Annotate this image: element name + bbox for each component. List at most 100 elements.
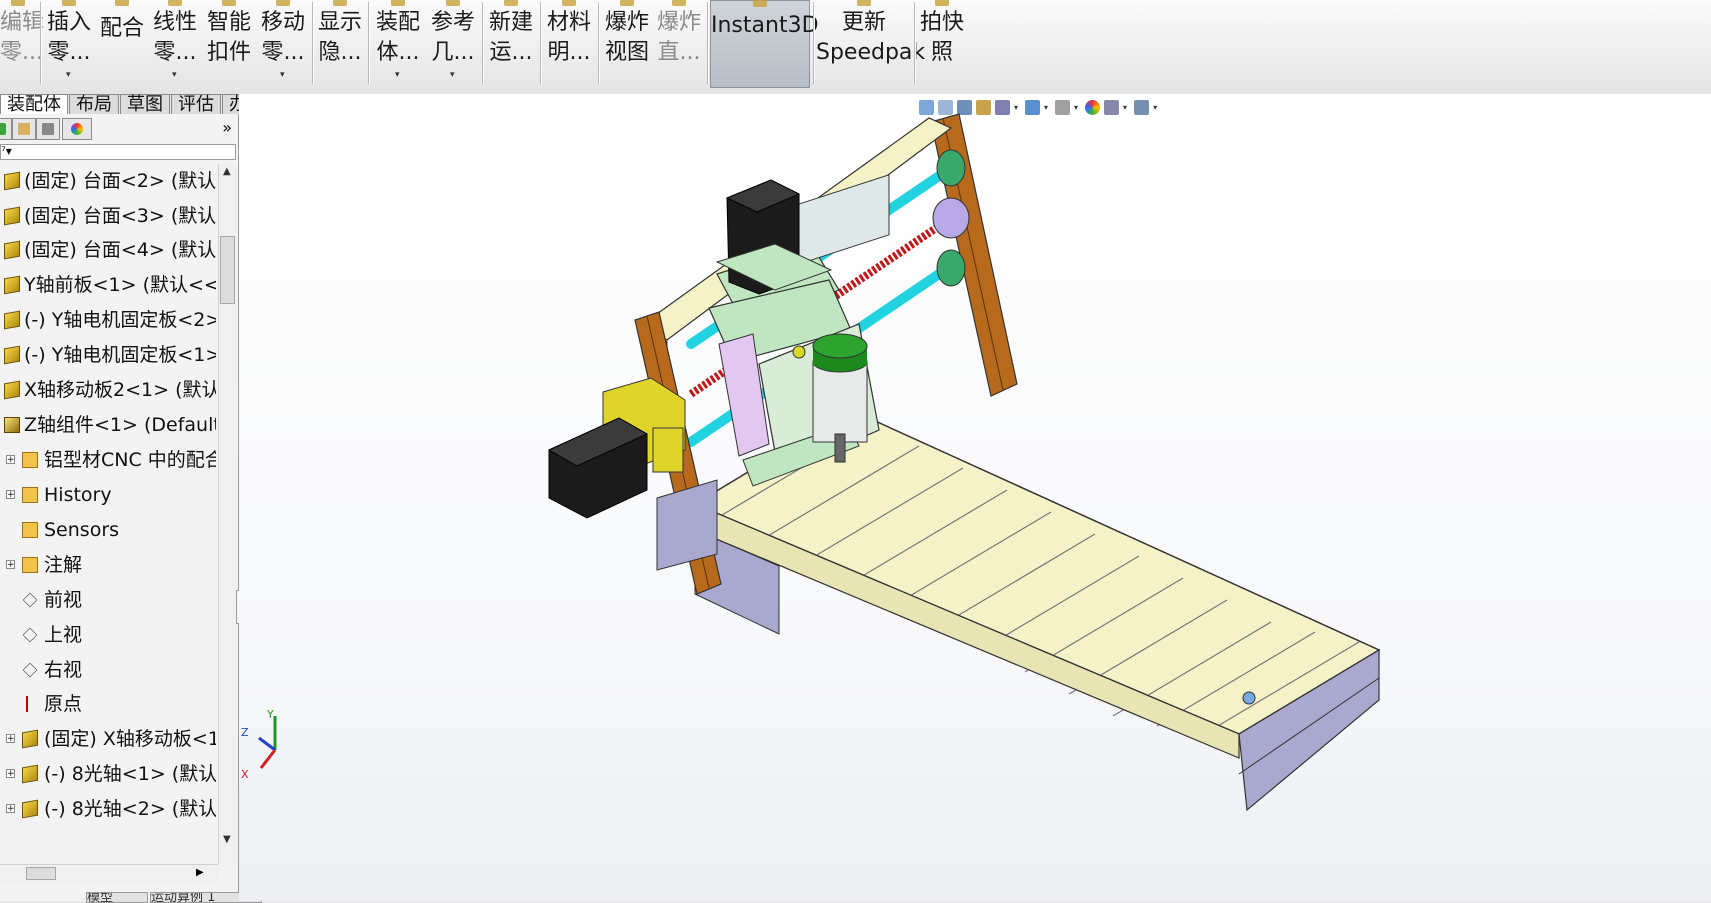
linear-pattern-button[interactable]: 线性 零... ▾: [150, 0, 200, 88]
instant3d-icon: [753, 0, 767, 7]
show-hidden-button[interactable]: 显示 隐...: [316, 0, 364, 88]
panel-tab-strip: »: [0, 118, 238, 140]
command-manager-ribbon: 编辑 零... 插入 零... ▾ 配合 线性 零... ▾ 智能 扣件 移动 …: [0, 0, 1711, 95]
tree-item[interactable]: (固定) 台面<3> (默认<<: [0, 199, 216, 233]
tree-item[interactable]: (-) Y轴电机固定板<2> (: [0, 303, 216, 337]
scrollbar-thumb[interactable]: [26, 867, 56, 880]
feature-tree: (固定) 台面<2> (默认<< (固定) 台面<3> (默认<< (固定) 台…: [0, 164, 216, 864]
mate-button[interactable]: 配合: [98, 0, 146, 88]
expand-panel-icon[interactable]: »: [222, 118, 232, 138]
assembly-features-button[interactable]: 装配 体... ▾: [372, 0, 424, 88]
expand-icon[interactable]: +: [6, 734, 15, 744]
tab-feature-manager[interactable]: [0, 118, 12, 140]
part-icon: [22, 729, 38, 749]
scroll-down-icon[interactable]: ▼: [223, 834, 231, 845]
ribbon-separator: [368, 2, 370, 84]
z-axis-arrow: [258, 736, 276, 752]
tree-item[interactable]: + 注解: [0, 548, 216, 582]
tree-item[interactable]: + 铝型材CNC 中的配合: [0, 443, 216, 477]
ribbon-separator: [914, 2, 916, 84]
part-icon: [22, 799, 38, 819]
scroll-up-icon[interactable]: ▲: [223, 166, 231, 177]
explode-line-sketch-icon: [672, 0, 686, 6]
chevron-down-icon[interactable]: ▾: [395, 70, 400, 80]
tab-property-manager[interactable]: [12, 118, 36, 140]
chevron-down-icon[interactable]: ▾: [172, 70, 177, 80]
tree-item[interactable]: Sensors: [0, 513, 216, 547]
tab-model[interactable]: 模型: [86, 892, 148, 903]
part-icon: [4, 275, 20, 295]
expand-icon[interactable]: +: [6, 455, 15, 465]
expand-icon[interactable]: +: [6, 769, 15, 779]
tree-item[interactable]: Y轴前板<1> (默认<<默: [0, 268, 216, 302]
tree-item[interactable]: + History: [0, 478, 216, 512]
expand-icon[interactable]: +: [6, 490, 15, 500]
edit-component-icon: [11, 0, 25, 6]
tree-item[interactable]: 前视: [0, 583, 216, 617]
chevron-down-icon[interactable]: ▾: [280, 70, 285, 80]
move-component-button[interactable]: 移动 零... ▾: [258, 0, 308, 88]
new-motion-study-button[interactable]: 新建 运...: [486, 0, 536, 88]
insert-component-button[interactable]: 插入 零... ▾: [44, 0, 94, 88]
tree-item[interactable]: Z轴组件<1> (Default<: [0, 408, 216, 442]
tree-filter[interactable]: ⁷▾: [0, 144, 236, 160]
plane-icon: [22, 592, 38, 608]
instant3d-button[interactable]: Instant3D: [710, 0, 819, 88]
tree-item[interactable]: + (-) 8光轴<1> (默认<<: [0, 757, 216, 791]
bill-of-materials-button[interactable]: 材料 明...: [544, 0, 594, 88]
ribbon-separator: [540, 2, 542, 84]
tab-assembly[interactable]: 装配体: [0, 94, 68, 114]
property-manager-icon: [18, 123, 30, 135]
tree-item[interactable]: (固定) 台面<2> (默认<<: [0, 164, 216, 198]
edit-component-button[interactable]: 编辑 零...: [0, 0, 44, 88]
new-motion-study-icon: [504, 0, 518, 6]
tree-item[interactable]: 右视: [0, 653, 216, 687]
tree-item[interactable]: + (固定) X轴移动板<1>: [0, 722, 216, 756]
graphics-area[interactable]: ▾ ▾ ▾ ▾ ▾ Y Z X: [239, 94, 1711, 901]
tab-display-manager[interactable]: [62, 118, 92, 140]
insert-component-icon: [62, 0, 76, 6]
chevron-down-icon[interactable]: ▾: [66, 70, 71, 80]
bill-of-materials-icon: [562, 0, 576, 6]
tree-item[interactable]: (-) Y轴电机固定板<1> (: [0, 338, 216, 372]
mates-folder-icon: [22, 452, 38, 468]
origin-icon: [26, 696, 28, 712]
expand-icon[interactable]: +: [6, 560, 15, 570]
feature-manager-panel: » ⁷▾ (固定) 台面<2> (默认<< (固定) 台面<3> (默认<< (…: [0, 114, 242, 901]
assembly-features-icon: [391, 0, 405, 6]
display-manager-icon: [71, 123, 83, 135]
tree-item[interactable]: X轴移动板2<1> (默认<: [0, 373, 216, 407]
tab-layout[interactable]: 布局: [69, 94, 119, 114]
part-icon: [4, 310, 20, 330]
ribbon-separator: [312, 2, 314, 84]
tab-sketch[interactable]: 草图: [120, 94, 170, 114]
tree-item[interactable]: (固定) 台面<4> (默认<<: [0, 233, 216, 267]
exploded-view-button[interactable]: 爆炸 视图: [602, 0, 652, 88]
tab-configuration-manager[interactable]: [36, 118, 60, 140]
update-speedpak-icon: [857, 0, 871, 6]
linear-pattern-icon: [168, 0, 182, 6]
tab-evaluate[interactable]: 评估: [171, 94, 221, 114]
annotations-folder-icon: [22, 557, 38, 573]
part-icon: [4, 240, 20, 260]
scroll-right-icon[interactable]: ▶: [196, 867, 204, 878]
part-icon: [4, 206, 20, 226]
chevron-down-icon[interactable]: ▾: [450, 70, 455, 80]
scrollbar-thumb[interactable]: [220, 236, 235, 304]
explode-line-sketch-button[interactable]: 爆炸 直...: [654, 0, 704, 88]
exploded-view-icon: [620, 0, 634, 6]
tree-vertical-scrollbar[interactable]: ▲ ▼: [218, 164, 237, 864]
tree-item[interactable]: 原点: [0, 687, 216, 721]
smart-fasteners-button[interactable]: 智能 扣件: [204, 0, 254, 88]
take-snapshot-button[interactable]: 拍快 照: [918, 0, 966, 88]
ribbon-separator: [40, 2, 42, 84]
reference-geometry-button[interactable]: 参考 几... ▾: [428, 0, 478, 88]
snapshot-icon: [935, 0, 949, 6]
x-axis-label: X: [241, 768, 249, 781]
expand-icon[interactable]: +: [6, 804, 15, 814]
update-speedpak-button[interactable]: 更新 Speedpak: [816, 0, 925, 88]
tree-item[interactable]: 上视: [0, 618, 216, 652]
tree-horizontal-scrollbar[interactable]: ▶: [0, 864, 218, 883]
smart-fasteners-icon: [222, 0, 236, 6]
tree-item[interactable]: + (-) 8光轴<2> (默认<<: [0, 792, 216, 826]
